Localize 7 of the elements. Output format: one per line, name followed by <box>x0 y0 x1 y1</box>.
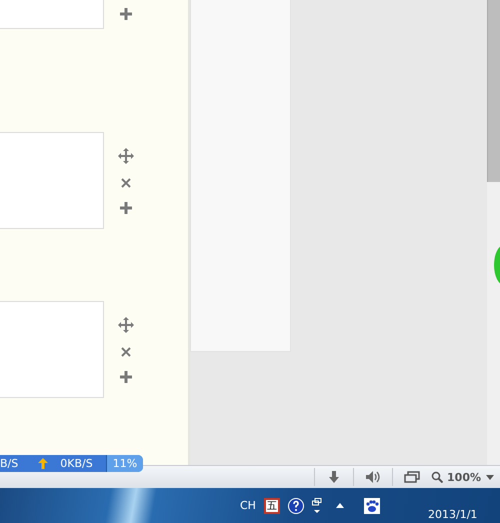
input-method-icon[interactable]: 五 <box>264 498 280 514</box>
upload-speed: 0KB/S <box>60 457 93 470</box>
download-speed: B/S <box>0 457 18 470</box>
usage-percent: 11% <box>106 455 143 472</box>
clock-date[interactable]: 2013/1/1 <box>428 508 478 521</box>
zoom-level[interactable]: 100% <box>447 470 481 484</box>
language-indicator[interactable]: CH <box>240 499 256 512</box>
